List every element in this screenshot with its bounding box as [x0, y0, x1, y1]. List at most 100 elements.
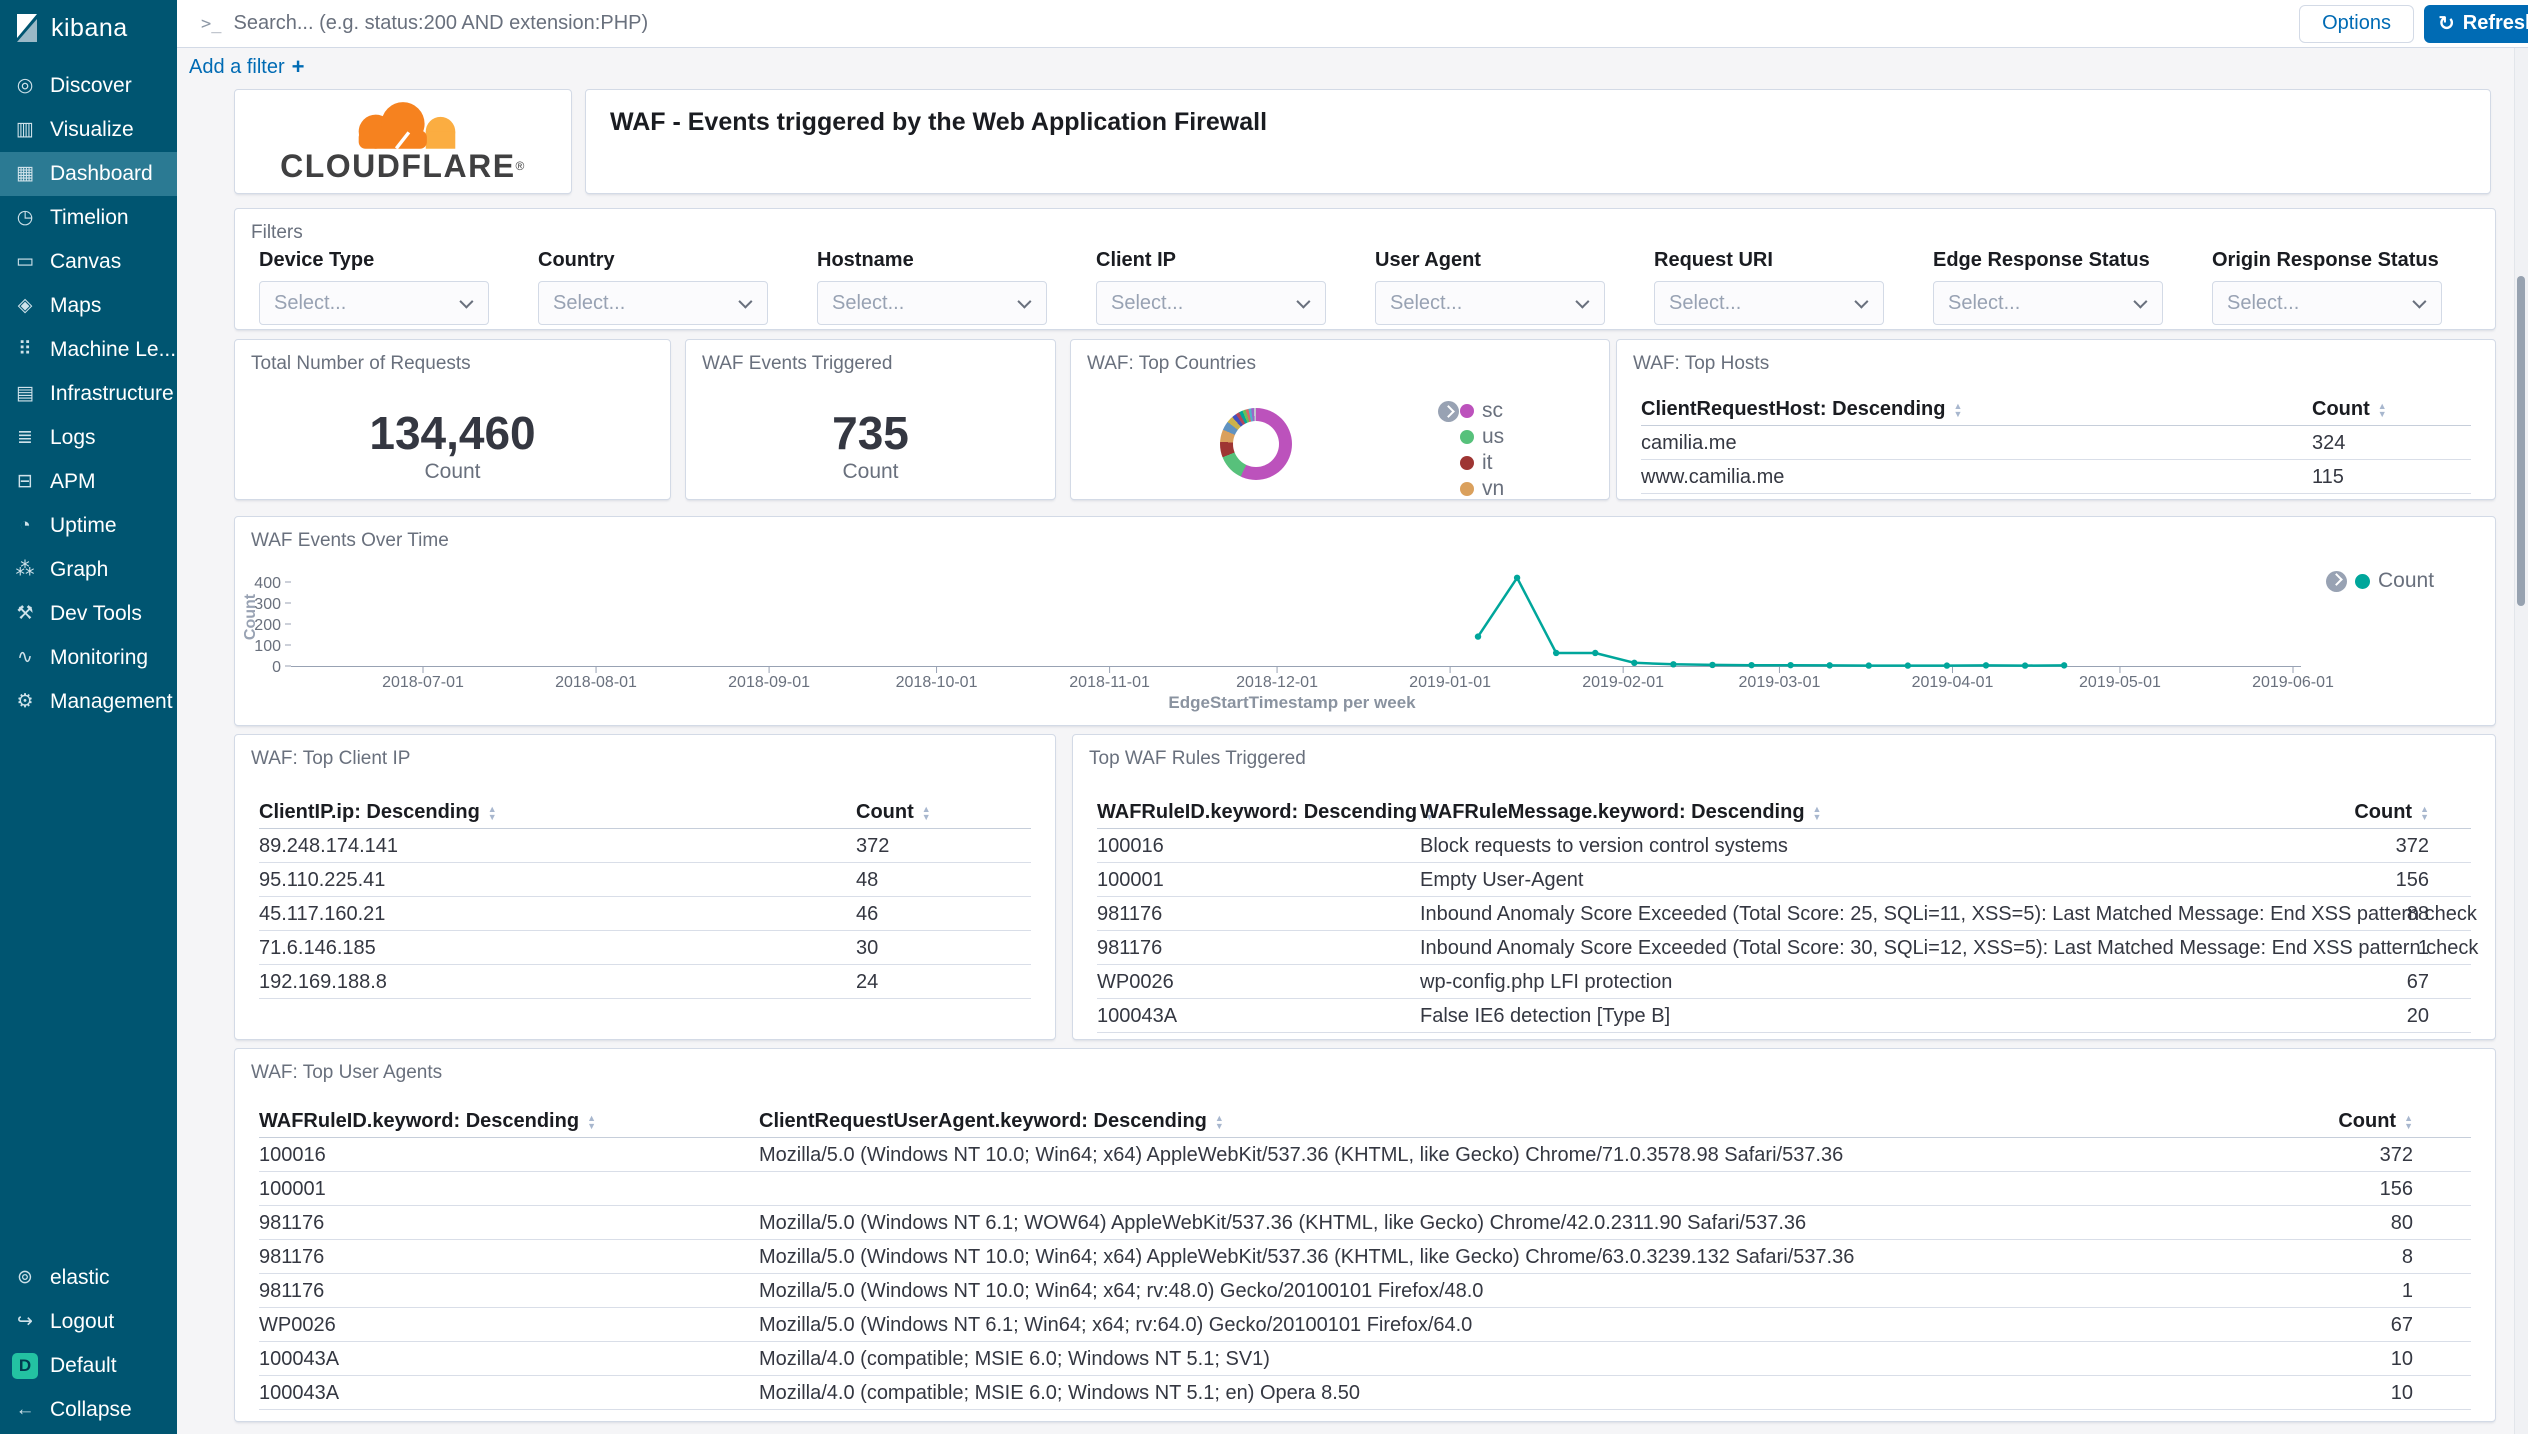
sidebar-item-uptime[interactable]: ◔ Uptime: [0, 504, 177, 548]
filter-select[interactable]: Select...: [1654, 281, 1884, 325]
sidebar-item-apm[interactable]: ⊟ APM: [0, 460, 177, 504]
sidebar-item-logout[interactable]: ↪ Logout: [0, 1300, 177, 1344]
sidebar-item-monitoring[interactable]: ∿ Monitoring: [0, 636, 177, 680]
rule-message-cell[interactable]: Inbound Anomaly Score Exceeded (Total Sc…: [1420, 903, 2477, 926]
options-button[interactable]: Options: [2299, 5, 2414, 43]
user-agent-cell[interactable]: Mozilla/5.0 (Windows NT 10.0; Win64; x64…: [759, 1144, 1843, 1167]
table-row[interactable]: WP0026 Mozilla/5.0 (Windows NT 6.1; Win6…: [259, 1308, 2471, 1342]
column-header[interactable]: ClientRequestHost: Descending: [1641, 398, 1962, 421]
rule-message-cell[interactable]: False IE6 detection [Type B]: [1420, 1005, 1670, 1028]
table-row[interactable]: 100001 Empty User-Agent 156: [1097, 863, 2471, 897]
sidebar-item-space-default[interactable]: D Default: [0, 1344, 177, 1388]
filter-select[interactable]: Select...: [1096, 281, 1326, 325]
table-row[interactable]: 89.248.174.141 372: [259, 829, 1031, 863]
host-cell[interactable]: camilia.me: [1641, 432, 1737, 455]
column-header[interactable]: Count: [2312, 398, 2387, 421]
filter-select[interactable]: Select...: [817, 281, 1047, 325]
sort-icon[interactable]: [587, 1114, 596, 1130]
column-header[interactable]: WAFRuleMessage.keyword: Descending: [1420, 801, 1821, 824]
column-header[interactable]: Count: [2354, 801, 2429, 824]
sidebar-item-machine-learning[interactable]: ⠿ Machine Le...: [0, 328, 177, 372]
table-row[interactable]: 100016 Mozilla/5.0 (Windows NT 10.0; Win…: [259, 1138, 2471, 1172]
rule-id-cell[interactable]: 100016: [259, 1144, 326, 1167]
legend-item[interactable]: it: [1460, 450, 1504, 476]
table-row[interactable]: WP0026 wp-config.php LFI protection 67: [1097, 965, 2471, 999]
filter-select[interactable]: Select...: [2212, 281, 2442, 325]
table-row[interactable]: 981176 Mozilla/5.0 (Windows NT 10.0; Win…: [259, 1240, 2471, 1274]
filter-select[interactable]: Select...: [538, 281, 768, 325]
legend-item[interactable]: us: [1460, 424, 1504, 450]
table-row[interactable]: 100001 156: [259, 1172, 2471, 1206]
host-cell[interactable]: www.camilia.me: [1641, 466, 1784, 489]
rule-message-cell[interactable]: Inbound Anomaly Score Exceeded (Total Sc…: [1420, 937, 2478, 960]
sidebar-item-graph[interactable]: ⁂ Graph: [0, 548, 177, 592]
legend-item[interactable]: vn: [1460, 476, 1504, 500]
sort-icon[interactable]: [2420, 805, 2429, 821]
rule-id-cell[interactable]: 981176: [259, 1246, 324, 1269]
rule-id-cell[interactable]: 100043A: [1097, 1005, 1177, 1028]
column-header[interactable]: Count: [2338, 1110, 2413, 1133]
rule-message-cell[interactable]: Empty User-Agent: [1420, 869, 1583, 892]
rule-message-cell[interactable]: Block requests to version control system…: [1420, 835, 1788, 858]
user-agent-cell[interactable]: Mozilla/5.0 (Windows NT 10.0; Win64; x64…: [759, 1246, 1854, 1269]
rule-id-cell[interactable]: WP0026: [259, 1314, 336, 1337]
legend-label[interactable]: Count: [2378, 569, 2434, 593]
search-input[interactable]: [233, 12, 2299, 35]
sidebar-item-infrastructure[interactable]: ▤ Infrastructure: [0, 372, 177, 416]
filter-select[interactable]: Select...: [1375, 281, 1605, 325]
sidebar-item-user-elastic[interactable]: ⊚ elastic: [0, 1256, 177, 1300]
refresh-button[interactable]: Refresh: [2424, 5, 2528, 43]
user-agent-cell[interactable]: Mozilla/4.0 (compatible; MSIE 6.0; Windo…: [759, 1348, 1270, 1371]
sidebar-item-logs[interactable]: ≣ Logs: [0, 416, 177, 460]
table-row[interactable]: camilia.me 324: [1641, 426, 2471, 460]
table-row[interactable]: 71.6.146.185 30: [259, 931, 1031, 965]
sort-icon[interactable]: [2404, 1114, 2413, 1130]
sidebar-item-canvas[interactable]: ▭ Canvas: [0, 240, 177, 284]
column-header[interactable]: WAFRuleID.keyword: Descending: [259, 1110, 596, 1133]
table-row[interactable]: 95.110.225.41 48: [259, 863, 1031, 897]
column-header[interactable]: ClientIP.ip: Descending: [259, 801, 497, 824]
rule-id-cell[interactable]: WP0026: [1097, 971, 1174, 994]
top-countries-donut-chart[interactable]: [1220, 408, 1292, 480]
sidebar-item-dev-tools[interactable]: ⚒ Dev Tools: [0, 592, 177, 636]
column-header[interactable]: Count: [856, 801, 931, 824]
rule-id-cell[interactable]: 100016: [1097, 835, 1164, 858]
user-agent-cell[interactable]: Mozilla/5.0 (Windows NT 6.1; WOW64) Appl…: [759, 1212, 1806, 1235]
sidebar-item-maps[interactable]: ◈ Maps: [0, 284, 177, 328]
sort-icon[interactable]: [1215, 1114, 1224, 1130]
user-agent-cell[interactable]: Mozilla/4.0 (compatible; MSIE 6.0; Windo…: [759, 1382, 1360, 1405]
sort-icon[interactable]: [922, 805, 931, 821]
sidebar-item-collapse[interactable]: ← Collapse: [0, 1388, 177, 1432]
column-header[interactable]: ClientRequestUserAgent.keyword: Descendi…: [759, 1110, 1224, 1133]
rule-id-cell[interactable]: 981176: [1097, 903, 1162, 926]
table-row[interactable]: www.camilia.me 115: [1641, 460, 2471, 494]
client-ip-cell[interactable]: 71.6.146.185: [259, 937, 376, 960]
client-ip-cell[interactable]: 45.117.160.21: [259, 903, 385, 926]
user-agent-cell[interactable]: Mozilla/5.0 (Windows NT 6.1; Win64; x64;…: [759, 1314, 1472, 1337]
table-row[interactable]: 100016 Block requests to version control…: [1097, 829, 2471, 863]
kibana-logo[interactable]: kibana: [0, 0, 177, 56]
table-row[interactable]: 981176 Mozilla/5.0 (Windows NT 6.1; WOW6…: [259, 1206, 2471, 1240]
sidebar-item-management[interactable]: ⚙ Management: [0, 680, 177, 724]
sidebar-item-discover[interactable]: ◎ Discover: [0, 64, 177, 108]
legend-item[interactable]: sc: [1460, 398, 1504, 424]
table-row[interactable]: 100043A False IE6 detection [Type B] 20: [1097, 999, 2471, 1033]
sidebar-item-timelion[interactable]: ◷ Timelion: [0, 196, 177, 240]
rule-id-cell[interactable]: 100043A: [259, 1382, 339, 1405]
rule-id-cell[interactable]: 981176: [259, 1212, 324, 1235]
table-row[interactable]: 100043A Mozilla/4.0 (compatible; MSIE 6.…: [259, 1342, 2471, 1376]
rule-id-cell[interactable]: 981176: [259, 1280, 324, 1303]
table-row[interactable]: 981176 Inbound Anomaly Score Exceeded (T…: [1097, 931, 2471, 965]
table-row[interactable]: 981176 Inbound Anomaly Score Exceeded (T…: [1097, 897, 2471, 931]
rule-id-cell[interactable]: 981176: [1097, 937, 1162, 960]
sort-icon[interactable]: [1813, 805, 1822, 821]
add-filter-link[interactable]: Add a filter: [189, 54, 304, 80]
legend-expand-icon[interactable]: [1438, 401, 1459, 422]
sort-icon[interactable]: [488, 805, 497, 821]
sort-icon[interactable]: [2378, 402, 2387, 418]
table-row[interactable]: 100043A Mozilla/4.0 (compatible; MSIE 6.…: [259, 1376, 2471, 1410]
rule-id-cell[interactable]: 100043A: [259, 1348, 339, 1371]
rule-id-cell[interactable]: 100001: [1097, 869, 1164, 892]
client-ip-cell[interactable]: 89.248.174.141: [259, 835, 398, 858]
filter-select[interactable]: Select...: [1933, 281, 2163, 325]
